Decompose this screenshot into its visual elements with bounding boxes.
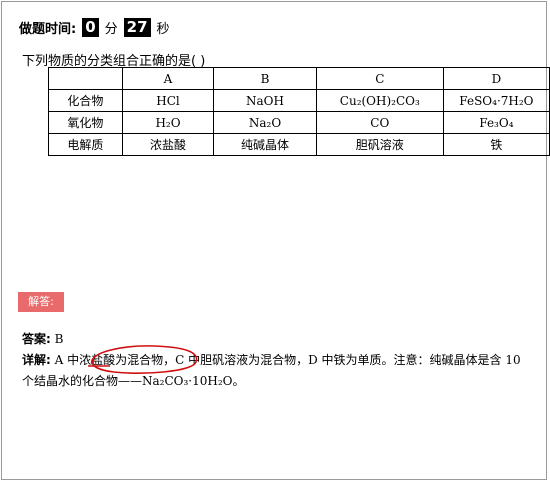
row-label: 化合物 [48, 89, 123, 112]
table-row: 化合物 HCl NaOH Cu₂(OH)₂CO₃ FeSO₄·7H₂O [48, 89, 550, 112]
table-cell: Fe₃O₄ [442, 111, 550, 134]
table-header-cell: D [442, 67, 550, 90]
table-cell: HCl [121, 89, 215, 112]
explanation-label: 详解: [22, 353, 51, 367]
answer-value: B [54, 332, 64, 346]
timer-second-unit: 秒 [156, 21, 170, 37]
timer-label: 做题时间: [19, 21, 77, 37]
table-cell: 纯碱晶体 [213, 133, 317, 156]
table-cell: NaOH [213, 89, 317, 112]
answer-line: 答案: B [22, 330, 63, 347]
row-label: 氧化物 [48, 111, 123, 134]
table-cell: FeSO₄·7H₂O [442, 89, 550, 112]
table-cell: 铁 [442, 133, 550, 156]
table-cell: Na₂O [213, 111, 317, 134]
table-row: 氧化物 H₂O Na₂O CO Fe₃O₄ [48, 111, 550, 134]
timer-seconds: 27 [123, 17, 151, 37]
timer-minute-unit: 分 [104, 21, 118, 37]
table-header-cell [48, 67, 123, 90]
timer-minutes: 0 [82, 17, 99, 37]
table-row: 电解质 浓盐酸 纯碱晶体 胆矾溶液 铁 [48, 133, 550, 156]
answer-label: 答案: [22, 332, 51, 346]
table-header-row: A B C D [48, 67, 550, 90]
table-header-cell: B [213, 67, 317, 90]
table-cell: H₂O [121, 111, 215, 134]
explanation: 详解: A 中浓盐酸为混合物，C 中胆矾溶液为混合物，D 中铁为单质。注意：纯碱… [22, 350, 532, 392]
table-cell: CO [315, 111, 444, 134]
table-cell: 胆矾溶液 [315, 133, 444, 156]
table-cell: 浓盐酸 [121, 133, 215, 156]
table-cell: Cu₂(OH)₂CO₃ [315, 89, 444, 112]
timer: 做题时间: 0 分 27 秒 [19, 17, 176, 37]
table-header-cell: A [121, 67, 215, 90]
options-table: A B C D 化合物 HCl NaOH Cu₂(OH)₂CO₃ FeSO₄·7… [48, 67, 550, 156]
explanation-text: A 中浓盐酸为混合物，C 中胆矾溶液为混合物，D 中铁为单质。注意：纯碱晶体是含… [22, 353, 521, 388]
table-header-cell: C [315, 67, 444, 90]
row-label: 电解质 [48, 133, 123, 156]
show-answer-button[interactable]: 解答: [18, 292, 64, 312]
